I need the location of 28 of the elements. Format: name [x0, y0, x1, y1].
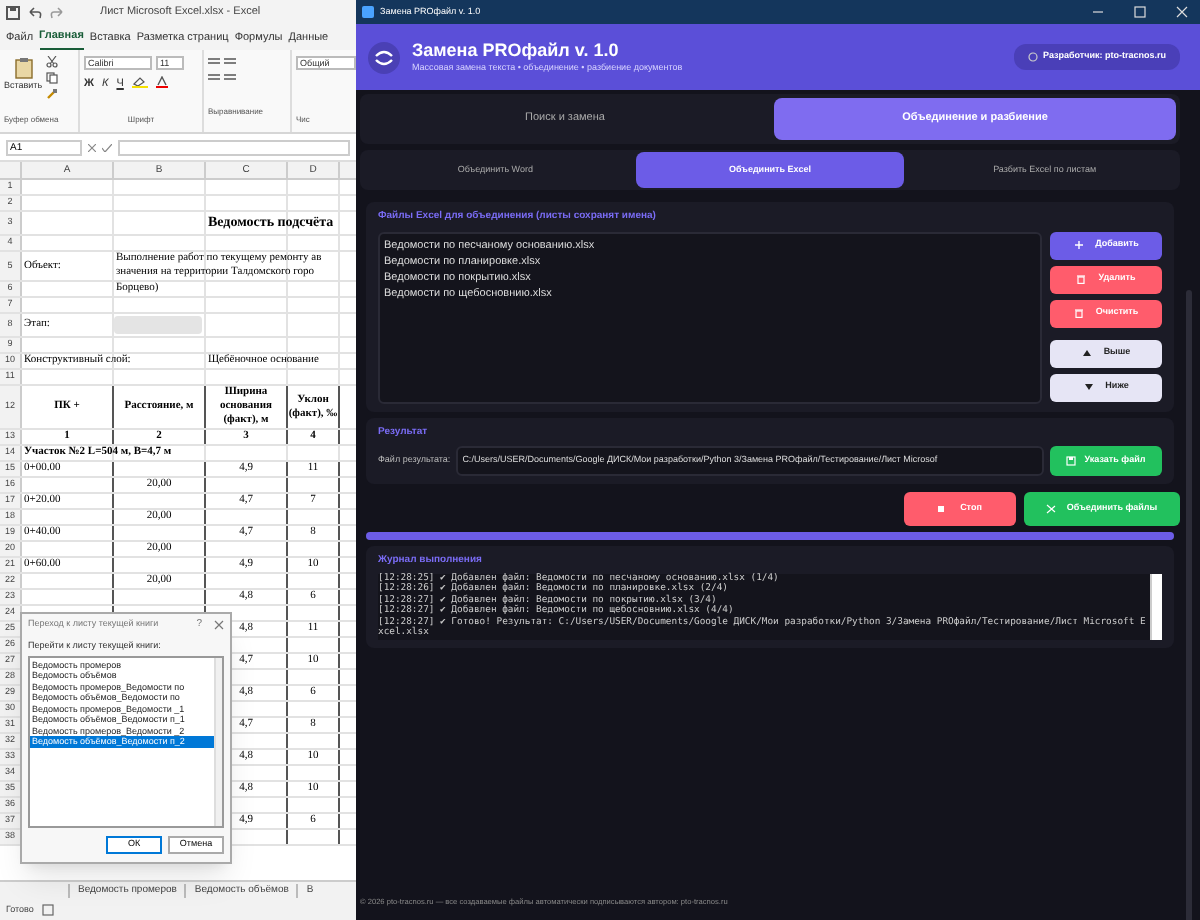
highlight-icon: [131, 76, 148, 88]
trash-icon: [1073, 308, 1084, 318]
font-color-icon: [155, 76, 168, 88]
copy-icon: [46, 72, 59, 84]
maximize-icon[interactable]: [1134, 6, 1146, 18]
minimize-icon[interactable]: [1092, 6, 1104, 18]
app-title: Замена PROфайл v. 1.0: [412, 39, 621, 62]
scrollbar[interactable]: [214, 657, 222, 826]
scrollbar[interactable]: [1150, 573, 1162, 639]
brush-icon: [46, 88, 59, 100]
trash-icon: [1076, 274, 1087, 284]
undo-icon: [28, 6, 42, 20]
floppy-icon: [1066, 456, 1077, 466]
app-icon: [362, 6, 374, 18]
plus-icon: [1073, 240, 1084, 250]
redo-icon: [50, 6, 64, 20]
up-triangle-icon: [1081, 348, 1092, 358]
cancel-icon: [88, 143, 96, 151]
formula-field[interactable]: [118, 139, 350, 155]
down-triangle-icon: [1083, 382, 1094, 392]
check-icon: [102, 143, 112, 151]
accessibility-icon: [41, 904, 54, 916]
stop-icon: [938, 506, 945, 512]
sync-icon: [368, 41, 400, 73]
clipboard-icon: [13, 56, 34, 80]
save-icon: [6, 6, 20, 20]
close-icon[interactable]: [214, 620, 224, 630]
align-icon: [208, 58, 236, 80]
